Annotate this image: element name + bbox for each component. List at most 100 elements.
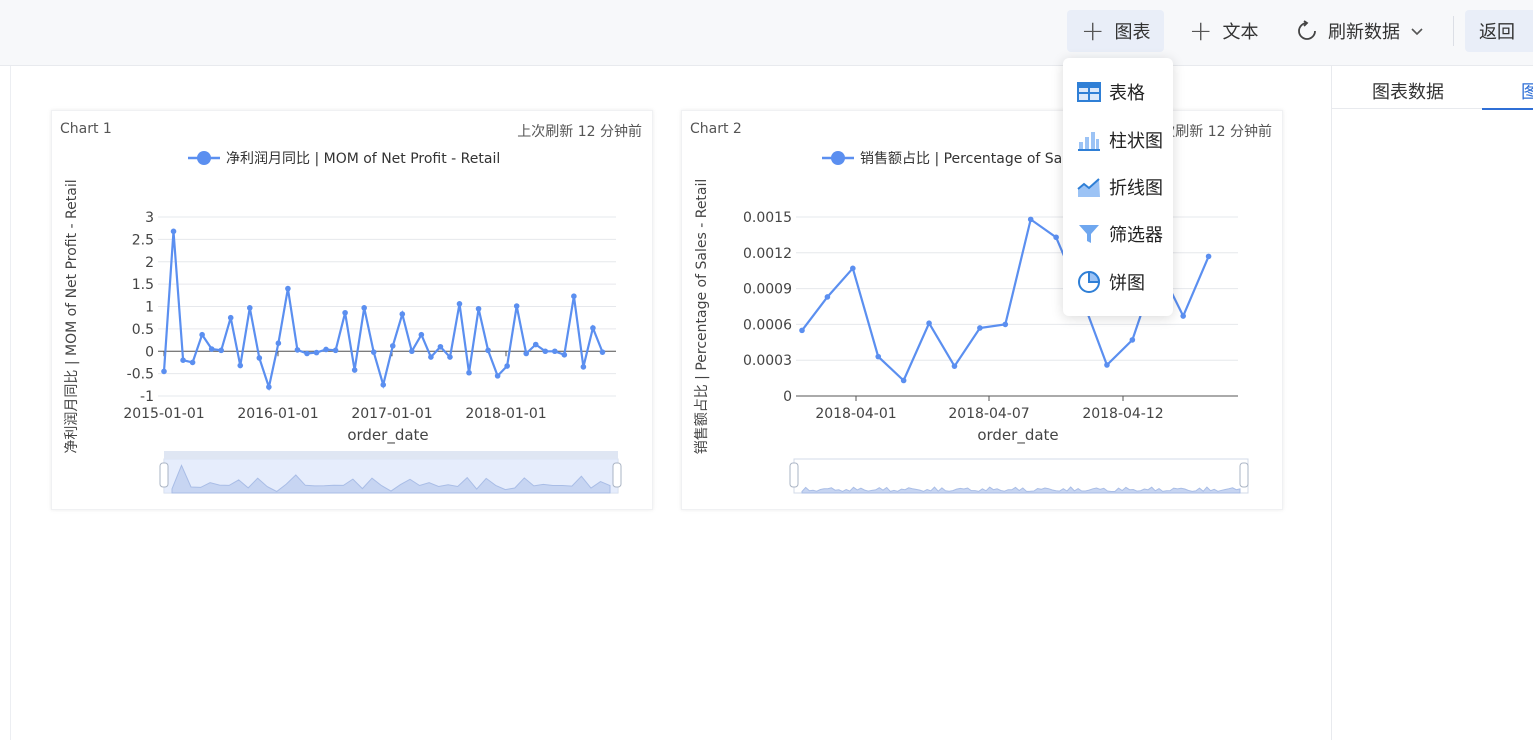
- data-point: [428, 354, 434, 360]
- data-point: [494, 373, 501, 379]
- data-point: [599, 349, 606, 355]
- y-tick-label: 0: [145, 344, 154, 360]
- zoom-handle-right: [612, 462, 622, 488]
- x-tick-label: 2018-04-07: [948, 406, 1029, 422]
- data-point: [824, 294, 831, 300]
- data-point: [170, 228, 177, 235]
- menu-item-label: 折线图: [1109, 178, 1163, 199]
- data-point: [418, 331, 425, 338]
- canvas-left-border: [10, 66, 11, 740]
- y-axis-title: 销售额占比 | Percentage of Sales - Retail: [694, 179, 710, 455]
- menu-item-label: 柱状图: [1109, 131, 1163, 152]
- data-point: [256, 355, 263, 361]
- data-point: [1027, 216, 1034, 223]
- data-point: [332, 347, 339, 354]
- chart-1-svg: 净利润月同比 | MOM of Net Profit - Retail 3 2.5 2…: [64, 151, 622, 494]
- filter-icon: [1079, 225, 1099, 243]
- right-panel: 图表数据 图: [1331, 66, 1533, 740]
- menu-item-pie-chart[interactable]: 饼图: [1077, 267, 1145, 297]
- data-point: [189, 359, 196, 366]
- data-point: [361, 305, 367, 311]
- y-axis-title: 净利润月同比 | MOM of Net Profit - Retail: [64, 179, 80, 453]
- x-tick-label: 2015-01-01: [123, 406, 204, 422]
- data-point: [275, 340, 282, 346]
- add-chart-label: 图表: [1114, 22, 1151, 43]
- y-tick-label: 1: [145, 300, 154, 316]
- menu-item-filter[interactable]: 筛选器: [1077, 219, 1163, 249]
- data-point: [304, 350, 310, 357]
- add-chart-button[interactable]: + 图表: [1067, 10, 1165, 52]
- pie-chart-icon: [1078, 270, 1101, 293]
- menu-item-label: 饼图: [1109, 273, 1145, 294]
- data-point: [580, 364, 587, 370]
- y-tick-label: 2: [145, 255, 154, 271]
- zoom-handle-left: [789, 462, 799, 488]
- data-point: [351, 367, 358, 373]
- x-axis-title: order_date: [977, 426, 1058, 445]
- data-point: [227, 314, 234, 321]
- data-point: [370, 349, 377, 355]
- data-point: [456, 301, 463, 307]
- data-point: [437, 343, 444, 350]
- data-point: [977, 325, 983, 331]
- data-point: [542, 348, 549, 355]
- y-tick-label: 1.5: [132, 277, 154, 293]
- refresh-data-button[interactable]: 刷新数据: [1282, 10, 1404, 52]
- data-point: [485, 347, 491, 354]
- data-point: [342, 309, 348, 316]
- x-tick-label: 2018-01-01: [465, 406, 546, 422]
- zoom-handle-left: [159, 462, 169, 488]
- legend-marker: [197, 151, 211, 165]
- data-point: [850, 265, 856, 272]
- data-point: [1129, 337, 1136, 343]
- back-label: 返回: [1479, 22, 1515, 43]
- refresh-options-dropdown[interactable]: [1403, 10, 1431, 52]
- menu-item-bar-chart[interactable]: 柱状图: [1077, 125, 1163, 155]
- line-chart-icon: [1077, 178, 1100, 197]
- back-button[interactable]: 返回: [1465, 10, 1533, 52]
- menu-item-label: 表格: [1109, 83, 1145, 104]
- zoom-slider-track: [793, 458, 1249, 494]
- y-tick-label: 0.0006: [743, 317, 792, 333]
- y-tick-label: -1: [140, 389, 154, 405]
- menu-item-table[interactable]: 表格: [1077, 77, 1145, 107]
- y-tick-label: 2.5: [132, 232, 154, 248]
- data-point: [552, 348, 558, 355]
- data-point: [1205, 253, 1212, 260]
- series-line: [162, 231, 604, 392]
- data-point: [285, 285, 291, 292]
- plus-icon: +: [1189, 14, 1213, 47]
- chart-2-svg: 销售额占比 | Percentage of Sales - Retail 0.00…: [694, 151, 1249, 494]
- plus-icon: +: [1081, 14, 1105, 47]
- active-tab-indicator: [1482, 108, 1533, 110]
- chart-card-2[interactable]: Chart 2 上次刷新 12 分钟前 销售额占比 | Percentage o…: [681, 110, 1283, 510]
- data-point: [513, 303, 520, 309]
- data-point: [875, 353, 882, 360]
- zoom-handle-right: [1239, 462, 1249, 488]
- x-axis-title: order_date: [347, 426, 428, 445]
- menu-item-line-chart[interactable]: 折线图: [1077, 172, 1163, 202]
- tab-chart-style[interactable]: 图: [1521, 78, 1533, 104]
- refresh-icon: [1298, 20, 1316, 40]
- data-point: [1053, 234, 1059, 241]
- data-point: [799, 327, 805, 334]
- y-tick-label: 0: [783, 389, 792, 405]
- data-point: [237, 362, 244, 369]
- data-point: [380, 382, 387, 388]
- x-tick-label: 2017-01-01: [351, 406, 432, 422]
- data-point: [466, 369, 472, 376]
- add-text-button[interactable]: + 文本: [1175, 10, 1272, 52]
- chart-card-1[interactable]: Chart 1 上次刷新 12 分钟前 净利润月同比 | MOM of Net …: [51, 110, 653, 510]
- data-point: [900, 377, 907, 384]
- data-point: [266, 384, 272, 390]
- bar-chart-icon: [1078, 132, 1100, 151]
- data-point: [180, 357, 186, 363]
- data-point: [399, 311, 406, 317]
- tab-chart-data[interactable]: 图表数据: [1372, 78, 1444, 104]
- x-tick-label: 2018-04-01: [815, 406, 896, 422]
- data-point: [389, 343, 396, 349]
- y-tick-label: 0.5: [132, 322, 154, 338]
- data-point: [313, 349, 320, 356]
- chevron-down-icon: [1411, 28, 1423, 36]
- data-point: [246, 305, 253, 311]
